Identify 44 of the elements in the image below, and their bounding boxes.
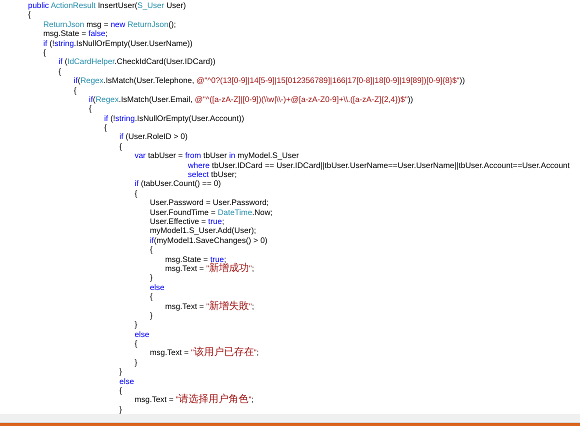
code-line: { bbox=[72, 86, 76, 95]
code-line: if(myModel1.SaveChanges() > 0) bbox=[148, 236, 268, 246]
code-line: { bbox=[28, 10, 31, 20]
code-line: if(Regex.IsMatch(User.Email, @"^([a-zA-Z]|[0-9])(\\w|\\-)+@[a-zA-Z0-9]+\\.([a-zA-Z]{2,4})$")) bbox=[88, 94, 414, 104]
code-line: { bbox=[134, 188, 138, 198]
code-line: } bbox=[134, 320, 138, 330]
code-line: select tbUser; bbox=[186, 170, 237, 180]
code-line: msg.State = false; bbox=[42, 29, 108, 39]
code-line: if (tabUser.Count() == 0) bbox=[134, 179, 221, 189]
code-line: { bbox=[134, 339, 138, 348]
code-line: if(Regex.IsMatch(User.Telephone, @"^0?(13[0-9]|14[5-9]|15[012356789]|166|17[0-8]|18[0-9]|19[89])[0-9]{8}$")) bbox=[72, 76, 465, 86]
code-line: msg.Text = "新增成功"; bbox=[164, 264, 254, 274]
code-line: where tbUser.IDCard == User.IDCard||tbUser.UserName==User.UserName||tbUser.Account==User.Account bbox=[186, 160, 570, 170]
code-line: var tabUser = from tbUser in myModel.S_User bbox=[134, 151, 299, 161]
code-line: } bbox=[134, 358, 138, 368]
code-line: { bbox=[88, 104, 92, 114]
code-line: else bbox=[118, 376, 134, 386]
code-line: { bbox=[148, 245, 152, 255]
code-line: if (IdCardHelper.CheckIdCard(User.IDCard)) bbox=[57, 57, 216, 67]
code-line: User.Effective = true; bbox=[148, 216, 224, 226]
code-line: } bbox=[118, 367, 122, 377]
code-line: { bbox=[42, 48, 46, 58]
code-line: if (!string.IsNullOrEmpty(User.Account)) bbox=[103, 114, 244, 124]
code-line: { bbox=[103, 123, 107, 132]
code-line: User.Password = User.Password; bbox=[148, 198, 269, 208]
code-line: { bbox=[118, 386, 122, 396]
code-line: { bbox=[118, 142, 122, 152]
code-line: myModel1.S_User.Add(User); bbox=[148, 226, 256, 236]
code-line: else bbox=[134, 330, 150, 340]
code-line: if (User.RoleID > 0) bbox=[118, 132, 188, 142]
code-line: } bbox=[148, 273, 152, 283]
code-line: if (!string.IsNullOrEmpty(User.UserName)) bbox=[42, 38, 193, 48]
code-line: } bbox=[118, 404, 122, 414]
code-line: msg.Text = "该用户已存在"; bbox=[148, 348, 259, 358]
code-line: else bbox=[148, 282, 165, 292]
code-line: msg.Text = "请选择用户角色"; bbox=[134, 395, 254, 405]
code-line: } bbox=[148, 310, 152, 320]
code-line: public ActionResult InsertUser(S_User User) bbox=[28, 1, 186, 10]
code-line: { bbox=[57, 66, 62, 76]
code-line: msg.State = true; bbox=[164, 254, 226, 264]
code-line: User.FoundTime = DateTime.Now; bbox=[148, 208, 273, 217]
code-line: ReturnJson msg = new ReturnJson(); bbox=[42, 20, 176, 30]
code-line: msg.Text = "新增失敗"; bbox=[164, 302, 254, 311]
code-line: { bbox=[148, 292, 152, 302]
